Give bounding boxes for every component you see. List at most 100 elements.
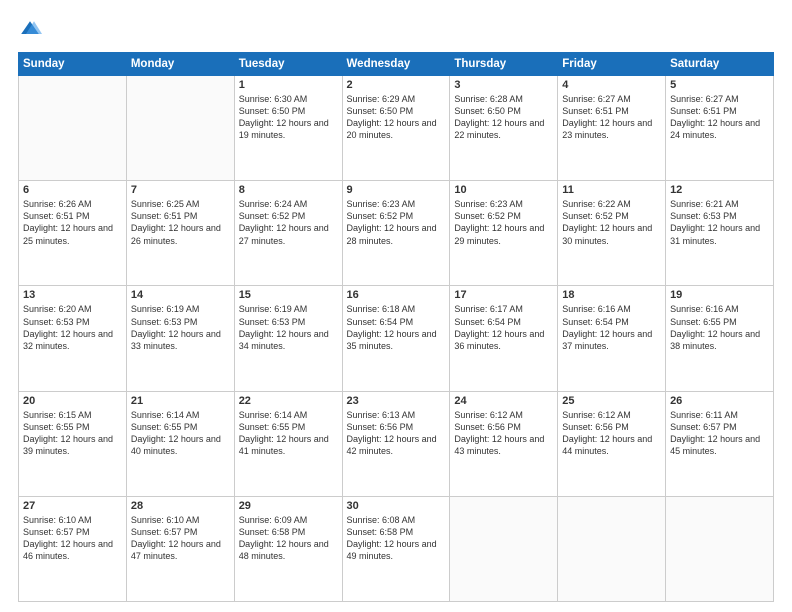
day-number: 11 — [562, 184, 661, 196]
day-number: 14 — [131, 289, 230, 301]
calendar-cell: 29 Sunrise: 6:09 AM Sunset: 6:58 PM Dayli… — [234, 496, 342, 601]
day-info: Sunrise: 6:08 AM Sunset: 6:58 PM Dayligh… — [347, 514, 446, 563]
calendar-cell: 9 Sunrise: 6:23 AM Sunset: 6:52 PM Daylig… — [342, 181, 450, 286]
day-number: 29 — [239, 500, 338, 512]
calendar-cell: 11 Sunrise: 6:22 AM Sunset: 6:52 PM Dayli… — [558, 181, 666, 286]
day-number: 27 — [23, 500, 122, 512]
calendar-cell: 7Sunrise: 6:25 AM Sunset: 6:51 PM Daylig… — [126, 181, 234, 286]
day-header-sunday: Sunday — [19, 53, 127, 76]
day-number: 21 — [131, 395, 230, 407]
day-number: 26 — [670, 395, 769, 407]
calendar-week-5: 27 Sunrise: 6:10 AM Sunset: 6:57 PM Dayli… — [19, 496, 774, 601]
day-header-wednesday: Wednesday — [342, 53, 450, 76]
calendar-week-4: 20Sunrise: 6:15 AM Sunset: 6:55 PM Dayli… — [19, 391, 774, 496]
day-number: 7 — [131, 184, 230, 196]
calendar-cell: 14 Sunrise: 6:19 AM Sunset: 6:53 PM Dayli… — [126, 286, 234, 391]
day-number: 19 — [670, 289, 769, 301]
calendar: SundayMondayTuesdayWednesdayThursdayFrid… — [18, 52, 774, 602]
day-info: Sunrise: 6:10 AM Sunset: 6:57 PM Dayligh… — [23, 514, 122, 563]
day-info: Sunrise: 6:29 AM Sunset: 6:50 PM Dayligh… — [347, 93, 446, 142]
calendar-week-1: 1 Sunrise: 6:30 AM Sunset: 6:50 PM Daylig… — [19, 76, 774, 181]
calendar-cell: 23 Sunrise: 6:13 AM Sunset: 6:56 PM Dayli… — [342, 391, 450, 496]
day-info: Sunrise: 6:22 AM Sunset: 6:52 PM Dayligh… — [562, 198, 661, 247]
calendar-cell: 24Sunrise: 6:12 AM Sunset: 6:56 PM Dayli… — [450, 391, 558, 496]
calendar-cell: 6 Sunrise: 6:26 AM Sunset: 6:51 PM Daylig… — [19, 181, 127, 286]
calendar-header-row: SundayMondayTuesdayWednesdayThursdayFrid… — [19, 53, 774, 76]
day-info: Sunrise: 6:18 AM Sunset: 6:54 PM Dayligh… — [347, 303, 446, 352]
day-number: 12 — [670, 184, 769, 196]
calendar-cell: 27 Sunrise: 6:10 AM Sunset: 6:57 PM Dayli… — [19, 496, 127, 601]
day-info: Sunrise: 6:19 AM Sunset: 6:53 PM Dayligh… — [131, 303, 230, 352]
day-number: 2 — [347, 79, 446, 91]
day-number: 4 — [562, 79, 661, 91]
calendar-cell: 26 Sunrise: 6:11 AM Sunset: 6:57 PM Dayli… — [666, 391, 774, 496]
day-info: Sunrise: 6:21 AM Sunset: 6:53 PM Dayligh… — [670, 198, 769, 247]
day-info: Sunrise: 6:24 AM Sunset: 6:52 PM Dayligh… — [239, 198, 338, 247]
day-number: 23 — [347, 395, 446, 407]
calendar-cell: 30 Sunrise: 6:08 AM Sunset: 6:58 PM Dayli… — [342, 496, 450, 601]
day-number: 8 — [239, 184, 338, 196]
day-info: Sunrise: 6:12 AM Sunset: 6:56 PM Dayligh… — [562, 409, 661, 458]
day-info: Sunrise: 6:27 AM Sunset: 6:51 PM Dayligh… — [670, 93, 769, 142]
day-number: 9 — [347, 184, 446, 196]
day-number: 3 — [454, 79, 553, 91]
day-number: 22 — [239, 395, 338, 407]
calendar-week-2: 6 Sunrise: 6:26 AM Sunset: 6:51 PM Daylig… — [19, 181, 774, 286]
day-number: 6 — [23, 184, 122, 196]
day-header-monday: Monday — [126, 53, 234, 76]
day-info: Sunrise: 6:19 AM Sunset: 6:53 PM Dayligh… — [239, 303, 338, 352]
calendar-cell: 16 Sunrise: 6:18 AM Sunset: 6:54 PM Dayli… — [342, 286, 450, 391]
calendar-cell: 20Sunrise: 6:15 AM Sunset: 6:55 PM Dayli… — [19, 391, 127, 496]
day-number: 25 — [562, 395, 661, 407]
day-number: 15 — [239, 289, 338, 301]
day-number: 1 — [239, 79, 338, 91]
logo-icon — [18, 18, 42, 42]
day-number: 5 — [670, 79, 769, 91]
day-header-saturday: Saturday — [666, 53, 774, 76]
day-info: Sunrise: 6:20 AM Sunset: 6:53 PM Dayligh… — [23, 303, 122, 352]
day-info: Sunrise: 6:23 AM Sunset: 6:52 PM Dayligh… — [454, 198, 553, 247]
calendar-cell: 13 Sunrise: 6:20 AM Sunset: 6:53 PM Dayli… — [19, 286, 127, 391]
day-info: Sunrise: 6:13 AM Sunset: 6:56 PM Dayligh… — [347, 409, 446, 458]
day-info: Sunrise: 6:14 AM Sunset: 6:55 PM Dayligh… — [131, 409, 230, 458]
day-info: Sunrise: 6:23 AM Sunset: 6:52 PM Dayligh… — [347, 198, 446, 247]
day-number: 18 — [562, 289, 661, 301]
calendar-cell: 5 Sunrise: 6:27 AM Sunset: 6:51 PM Daylig… — [666, 76, 774, 181]
calendar-cell: 15 Sunrise: 6:19 AM Sunset: 6:53 PM Dayli… — [234, 286, 342, 391]
day-number: 20 — [23, 395, 122, 407]
calendar-cell — [666, 496, 774, 601]
day-header-thursday: Thursday — [450, 53, 558, 76]
calendar-cell: 28 Sunrise: 6:10 AM Sunset: 6:57 PM Dayli… — [126, 496, 234, 601]
calendar-cell: 10 Sunrise: 6:23 AM Sunset: 6:52 PM Dayli… — [450, 181, 558, 286]
day-info: Sunrise: 6:12 AM Sunset: 6:56 PM Dayligh… — [454, 409, 553, 458]
day-info: Sunrise: 6:16 AM Sunset: 6:55 PM Dayligh… — [670, 303, 769, 352]
page: SundayMondayTuesdayWednesdayThursdayFrid… — [0, 0, 792, 612]
day-info: Sunrise: 6:10 AM Sunset: 6:57 PM Dayligh… — [131, 514, 230, 563]
calendar-cell — [558, 496, 666, 601]
day-info: Sunrise: 6:16 AM Sunset: 6:54 PM Dayligh… — [562, 303, 661, 352]
day-number: 28 — [131, 500, 230, 512]
calendar-cell — [19, 76, 127, 181]
day-number: 17 — [454, 289, 553, 301]
calendar-week-3: 13 Sunrise: 6:20 AM Sunset: 6:53 PM Dayli… — [19, 286, 774, 391]
logo — [18, 18, 46, 42]
day-number: 16 — [347, 289, 446, 301]
day-info: Sunrise: 6:17 AM Sunset: 6:54 PM Dayligh… — [454, 303, 553, 352]
calendar-cell: 3 Sunrise: 6:28 AM Sunset: 6:50 PM Daylig… — [450, 76, 558, 181]
day-info: Sunrise: 6:28 AM Sunset: 6:50 PM Dayligh… — [454, 93, 553, 142]
calendar-cell: 8 Sunrise: 6:24 AM Sunset: 6:52 PM Daylig… — [234, 181, 342, 286]
day-number: 30 — [347, 500, 446, 512]
calendar-cell: 17 Sunrise: 6:17 AM Sunset: 6:54 PM Dayli… — [450, 286, 558, 391]
calendar-cell: 21 Sunrise: 6:14 AM Sunset: 6:55 PM Dayli… — [126, 391, 234, 496]
day-info: Sunrise: 6:30 AM Sunset: 6:50 PM Dayligh… — [239, 93, 338, 142]
day-info: Sunrise: 6:09 AM Sunset: 6:58 PM Dayligh… — [239, 514, 338, 563]
day-number: 13 — [23, 289, 122, 301]
day-number: 10 — [454, 184, 553, 196]
calendar-cell: 18 Sunrise: 6:16 AM Sunset: 6:54 PM Dayli… — [558, 286, 666, 391]
day-info: Sunrise: 6:11 AM Sunset: 6:57 PM Dayligh… — [670, 409, 769, 458]
day-info: Sunrise: 6:26 AM Sunset: 6:51 PM Dayligh… — [23, 198, 122, 247]
calendar-cell: 4Sunrise: 6:27 AM Sunset: 6:51 PM Daylig… — [558, 76, 666, 181]
day-header-tuesday: Tuesday — [234, 53, 342, 76]
calendar-cell: 2 Sunrise: 6:29 AM Sunset: 6:50 PM Daylig… — [342, 76, 450, 181]
calendar-cell: 22Sunrise: 6:14 AM Sunset: 6:55 PM Dayli… — [234, 391, 342, 496]
